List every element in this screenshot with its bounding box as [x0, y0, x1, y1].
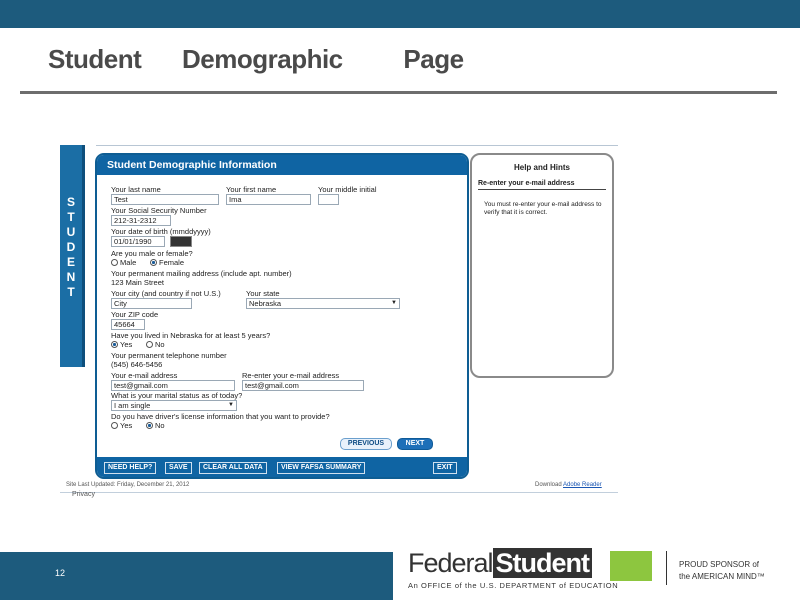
- clear-all-data-button[interactable]: CLEAR ALL DATA: [199, 462, 267, 474]
- ssn-label: Your Social Security Number: [111, 206, 207, 215]
- title-underline: [20, 91, 777, 94]
- privacy-link[interactable]: Privacy: [72, 491, 95, 498]
- marital-select[interactable]: I am single ▼: [111, 400, 237, 411]
- hints-title: Help and Hints: [513, 163, 570, 172]
- lived-label: Have you lived in Nebraska for at least …: [111, 331, 271, 340]
- reemail-label: Re-enter your e-mail address: [242, 371, 340, 380]
- city-field[interactable]: City: [111, 298, 192, 309]
- marital-label: What is your marital status as of today?: [111, 391, 243, 400]
- city-label: Your city (and country if not U.S.): [111, 289, 221, 298]
- gender-label: Are you male or female?: [111, 249, 193, 258]
- side-letter: U: [66, 225, 76, 239]
- radio-icon: [146, 341, 153, 348]
- phone-label: Your permanent telephone number: [111, 351, 227, 360]
- zip-field[interactable]: 45664: [111, 319, 145, 330]
- side-letter: D: [66, 240, 76, 254]
- side-letter: T: [67, 285, 75, 299]
- federal-student-logo: Federal Student: [408, 548, 593, 578]
- lived-no-radio[interactable]: No: [146, 340, 165, 349]
- radio-icon: [111, 422, 118, 429]
- title-word: Student: [48, 44, 142, 74]
- license-yes-radio[interactable]: Yes: [111, 421, 132, 430]
- lived-no-label: No: [155, 340, 165, 349]
- title-word: Page: [403, 44, 464, 74]
- logo-federal-word: Federal: [408, 548, 494, 578]
- help-hints-panel: Help and Hints Re-enter your e-mail addr…: [470, 153, 614, 378]
- address-value[interactable]: 123 Main Street: [111, 278, 164, 287]
- side-letter: T: [67, 210, 75, 224]
- phone-value[interactable]: (545) 646-5456: [111, 360, 162, 369]
- ssn-field[interactable]: 212-31-2312: [111, 215, 171, 226]
- next-button[interactable]: NEXT: [397, 438, 433, 450]
- chevron-down-icon: ▼: [391, 300, 397, 306]
- radio-icon: [111, 259, 118, 266]
- email-label: Your e-mail address: [111, 371, 178, 380]
- radio-selected-icon: [146, 422, 153, 429]
- license-yes-label: Yes: [120, 421, 133, 430]
- logo-divider: [666, 551, 667, 585]
- email-field[interactable]: test@gmail.com: [111, 380, 235, 391]
- license-no-radio[interactable]: No: [146, 421, 165, 430]
- previous-button[interactable]: PREVIOUS: [340, 438, 392, 450]
- gender-female-radio[interactable]: Female: [150, 258, 184, 267]
- download-prefix: Download: [535, 482, 562, 488]
- logo-green-block: [610, 551, 652, 581]
- marital-select-value: I am single: [114, 401, 151, 410]
- middle-initial-field[interactable]: [318, 194, 339, 205]
- chevron-down-icon: ▼: [228, 402, 234, 408]
- lived-yes-radio[interactable]: Yes: [111, 340, 132, 349]
- side-letter: N: [66, 270, 76, 284]
- state-select-value: Nebraska: [249, 299, 282, 308]
- first-name-label: Your first name: [226, 185, 277, 194]
- logo-student-word: Student: [492, 548, 593, 578]
- first-name-field[interactable]: Ima: [226, 194, 311, 205]
- dob-label: Your date of birth (mmddyyyy): [111, 227, 211, 236]
- last-name-label: Your last name: [111, 185, 161, 194]
- need-help-button[interactable]: NEED HELP?: [104, 462, 157, 474]
- gender-male-radio[interactable]: Male: [111, 258, 136, 267]
- sponsor-text: PROUD SPONSOR of the AMERICAN MIND™: [679, 559, 765, 583]
- form-footer-bar: NEED HELP? SAVE CLEAR ALL DATA VIEW FAFS…: [97, 457, 467, 477]
- top-banner: [0, 0, 800, 28]
- sponsor-line: the AMERICAN MIND™: [679, 572, 765, 581]
- view-fafsa-summary-button[interactable]: VIEW FAFSA SUMMARY: [277, 462, 366, 474]
- student-side-tab: S T U D E N T: [60, 145, 85, 367]
- page-number: 12: [55, 568, 66, 578]
- sponsor-line: PROUD SPONSOR of: [679, 560, 760, 569]
- hints-body: You must re-enter your e-mail address to…: [484, 201, 602, 216]
- license-label: Do you have driver's license information…: [111, 412, 330, 421]
- gender-female-label: Female: [159, 258, 185, 267]
- side-letter: E: [66, 255, 75, 269]
- address-label: Your permanent mailing address (include …: [111, 269, 292, 278]
- footer-divider: [60, 492, 618, 493]
- license-no-label: No: [155, 421, 165, 430]
- gender-male-label: Male: [120, 258, 137, 267]
- zip-label: Your ZIP code: [111, 310, 159, 319]
- slide-title: Student Demographic Page: [48, 44, 464, 75]
- middle-initial-label: Your middle initial: [318, 185, 377, 194]
- form-header: Student Demographic Information: [97, 155, 467, 175]
- title-word: Demographic: [182, 44, 343, 74]
- side-letter: S: [66, 195, 75, 209]
- fafsa-screenshot: S T U D E N T Student Demographic Inform…: [60, 145, 618, 510]
- download-text: Download Adobe Reader: [535, 482, 602, 488]
- last-name-field[interactable]: Test: [111, 194, 219, 205]
- exit-button[interactable]: EXIT: [433, 462, 457, 474]
- page-top-rule: [96, 145, 618, 146]
- hints-subtitle: Re-enter your e-mail address: [478, 180, 606, 190]
- radio-selected-icon: [150, 259, 157, 266]
- side-tab-label: S T U D E N T: [60, 195, 82, 300]
- site-updated-text: Site Last Updated: Friday, December 21, …: [66, 482, 190, 488]
- calendar-icon[interactable]: [170, 236, 192, 247]
- radio-selected-icon: [111, 341, 118, 348]
- logo-tagline: An OFFICE of the U.S. DEPARTMENT of EDUC…: [408, 581, 619, 590]
- reemail-field[interactable]: test@gmail.com: [242, 380, 364, 391]
- demographic-form: Student Demographic Information Your las…: [95, 153, 469, 479]
- adobe-reader-link[interactable]: Adobe Reader: [563, 482, 602, 488]
- state-select[interactable]: Nebraska ▼: [246, 298, 400, 309]
- state-label: Your state: [246, 289, 280, 298]
- lived-yes-label: Yes: [120, 340, 133, 349]
- dob-field[interactable]: 01/01/1990: [111, 236, 165, 247]
- save-button[interactable]: SAVE: [165, 462, 192, 474]
